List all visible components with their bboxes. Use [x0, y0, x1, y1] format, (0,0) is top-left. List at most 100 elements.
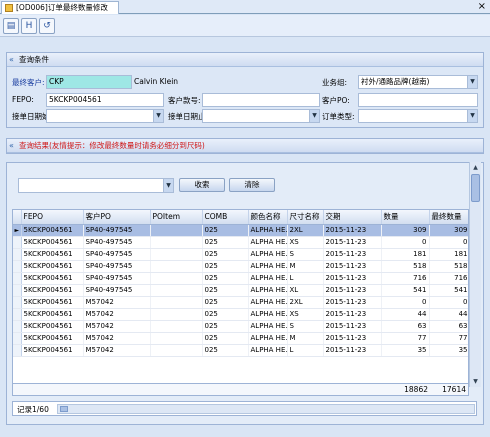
table-row[interactable]: 5KCKP004561SP40-497545 025ALPHA HE...XL20…: [13, 284, 468, 297]
business-select[interactable]: 衬外/通路品牌(越南) ▼: [358, 75, 478, 89]
cell-final-qty[interactable]: 0: [429, 296, 468, 309]
customer-po-input[interactable]: [358, 93, 478, 107]
col-size[interactable]: 尺寸名称: [287, 210, 324, 225]
col-comb[interactable]: COMB: [202, 210, 249, 225]
col-poitem[interactable]: POItem: [150, 210, 203, 225]
row-header[interactable]: [13, 320, 22, 333]
row-header[interactable]: [13, 236, 22, 249]
cell-delivery: 2015-11-23: [323, 272, 382, 285]
cell-delivery: 2015-11-23: [323, 236, 382, 249]
cell-qty: 716: [381, 272, 430, 285]
tab-bar: [OD006]订单最终数量修改 ×: [0, 0, 490, 14]
cell-final-qty[interactable]: 44: [429, 308, 468, 321]
dropdown-arrow-icon[interactable]: ▼: [309, 110, 319, 122]
table-row[interactable]: 5KCKP004561SP40-497545 025ALPHA HE...S201…: [13, 248, 468, 261]
toolbar: ▤ H ↺: [0, 15, 490, 37]
close-icon[interactable]: ×: [478, 0, 486, 13]
dropdown-arrow-icon[interactable]: ▼: [153, 110, 163, 122]
filter-select[interactable]: ▼: [18, 178, 174, 193]
dropdown-arrow-icon[interactable]: ▼: [163, 179, 173, 192]
col-customer-po[interactable]: 客户PO: [83, 210, 151, 225]
table-row[interactable]: 5KCKP004561M57042 025ALPHA HE...M2015-11-…: [13, 332, 468, 345]
cell-customer-po: SP40-497545: [83, 260, 151, 273]
col-fepo[interactable]: FEPO: [21, 210, 84, 225]
col-final-qty[interactable]: 最终数量: [429, 210, 468, 225]
cell-qty: 541: [381, 284, 430, 297]
export-button[interactable]: ▤: [3, 18, 19, 34]
table-row[interactable]: 5KCKP004561M57042 025ALPHA HE...XS2015-11…: [13, 308, 468, 321]
query-panel-header[interactable]: « 查询条件: [7, 53, 483, 67]
cell-comb: 025: [202, 308, 249, 321]
table-row[interactable]: 5KCKP004561M57042 025ALPHA HE...2XL2015-1…: [13, 296, 468, 309]
cell-fepo: 5KCKP004561: [21, 260, 84, 273]
table-row[interactable]: 5KCKP004561M57042 025ALPHA HE...S2015-11-…: [13, 320, 468, 333]
result-panel-header[interactable]: « 查询结果(友情提示：修改最终数量时请务必细分到尺码): [7, 139, 483, 153]
order-type-select[interactable]: ▼: [358, 109, 478, 123]
row-header[interactable]: [13, 260, 22, 273]
cell-customer-po: SP40-497545: [83, 236, 151, 249]
dropdown-arrow-icon[interactable]: ▼: [467, 110, 477, 122]
cell-color: ALPHA HE...: [248, 296, 288, 309]
cell-final-qty[interactable]: 35: [429, 344, 468, 357]
scroll-up-icon[interactable]: ▲: [470, 162, 481, 173]
vertical-scrollbar[interactable]: ▲ ▼: [469, 162, 481, 387]
table-row[interactable]: ►5KCKP004561SP40-497545 025ALPHA HE...2XL…: [13, 224, 468, 237]
cell-final-qty[interactable]: 716: [429, 272, 468, 285]
horizontal-scrollbar[interactable]: [57, 404, 475, 414]
refresh-button[interactable]: ↺: [39, 18, 55, 34]
fepo-input[interactable]: 5KCKP004561: [46, 93, 164, 107]
total-qty: 18862: [404, 385, 428, 394]
search-button[interactable]: 收索: [179, 178, 225, 192]
cell-color: ALPHA HE...: [248, 332, 288, 345]
collapse-chevron-icon[interactable]: «: [9, 53, 14, 66]
col-color[interactable]: 颜色名称: [248, 210, 288, 225]
cell-final-qty[interactable]: 0: [429, 236, 468, 249]
tab-order-final-qty[interactable]: [OD006]订单最终数量修改: [1, 1, 119, 14]
cell-poitem: [150, 260, 203, 273]
date-to-picker[interactable]: ▼: [202, 109, 320, 123]
collapse-chevron-icon[interactable]: «: [9, 139, 14, 152]
cell-final-qty[interactable]: 77: [429, 332, 468, 345]
cell-final-qty[interactable]: 518: [429, 260, 468, 273]
scroll-thumb[interactable]: [60, 406, 68, 412]
cell-size: S: [287, 320, 324, 333]
cell-comb: 025: [202, 272, 249, 285]
cell-fepo: 5KCKP004561: [21, 236, 84, 249]
col-qty[interactable]: 数量: [381, 210, 430, 225]
cell-final-qty[interactable]: 181: [429, 248, 468, 261]
clear-button[interactable]: 清除: [229, 178, 275, 192]
cell-poitem: [150, 332, 203, 345]
cell-color: ALPHA HE...: [248, 248, 288, 261]
col-delivery[interactable]: 交期: [323, 210, 382, 225]
current-row-indicator[interactable]: ►: [13, 224, 22, 237]
row-header[interactable]: [13, 248, 22, 261]
row-header[interactable]: [13, 284, 22, 297]
save-button[interactable]: H: [21, 18, 37, 34]
cell-delivery: 2015-11-23: [323, 344, 382, 357]
result-panel: « 查询结果(友情提示：修改最终数量时请务必细分到尺码): [6, 138, 484, 154]
table-row[interactable]: 5KCKP004561SP40-497545 025ALPHA HE...M201…: [13, 260, 468, 273]
row-header[interactable]: [13, 308, 22, 321]
customer-code-input[interactable]: CKP: [46, 75, 132, 89]
table-row[interactable]: 5KCKP004561SP40-497545 025ALPHA HE...L201…: [13, 272, 468, 285]
date-from-picker[interactable]: ▼: [46, 109, 164, 123]
cell-comb: 025: [202, 344, 249, 357]
cell-qty: 44: [381, 308, 430, 321]
dropdown-arrow-icon[interactable]: ▼: [467, 76, 477, 88]
row-header[interactable]: [13, 344, 22, 357]
cell-final-qty[interactable]: 63: [429, 320, 468, 333]
scroll-thumb[interactable]: [471, 174, 480, 202]
cell-fepo: 5KCKP004561: [21, 272, 84, 285]
cell-customer-po: M57042: [83, 320, 151, 333]
cell-final-qty[interactable]: 309: [429, 224, 468, 237]
cell-customer-po: SP40-497545: [83, 224, 151, 237]
scroll-down-icon[interactable]: ▼: [470, 376, 481, 387]
table-row[interactable]: 5KCKP004561M57042 025ALPHA HE...L2015-11-…: [13, 344, 468, 357]
row-header[interactable]: [13, 332, 22, 345]
cell-final-qty[interactable]: 541: [429, 284, 468, 297]
row-header[interactable]: [13, 296, 22, 309]
order-no-input[interactable]: [202, 93, 320, 107]
cell-delivery: 2015-11-23: [323, 224, 382, 237]
row-header[interactable]: [13, 272, 22, 285]
table-row[interactable]: 5KCKP004561SP40-497545 025ALPHA HE...XS20…: [13, 236, 468, 249]
